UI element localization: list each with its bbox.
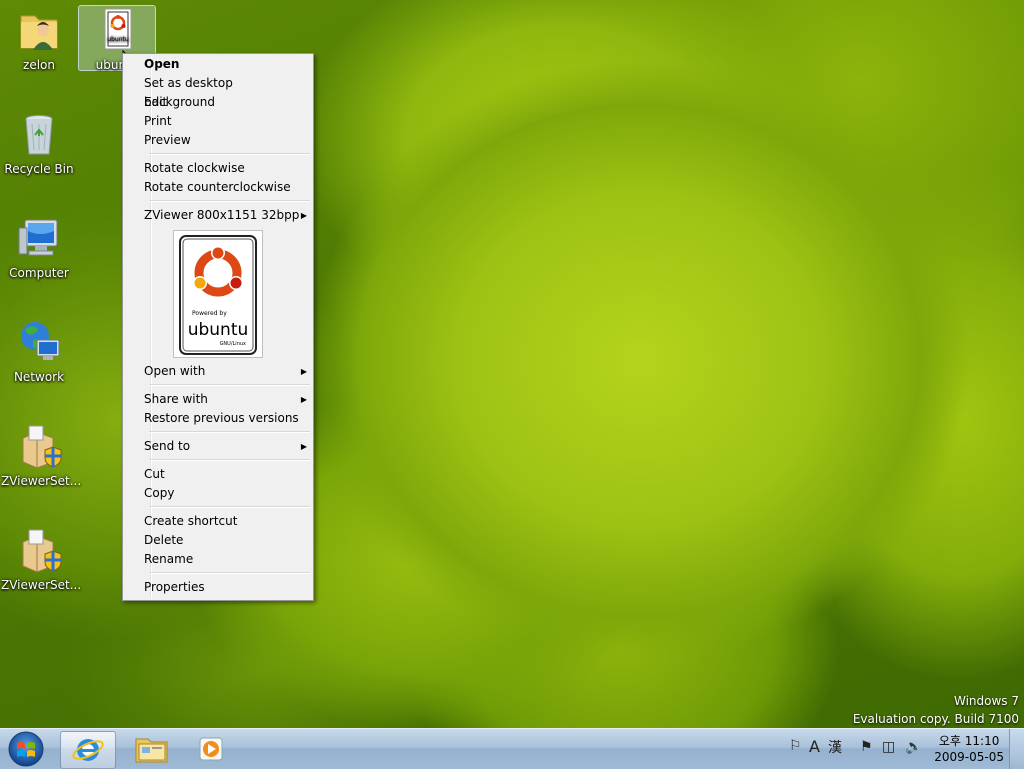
desktop-icon-zelon[interactable]: zelon xyxy=(1,6,77,72)
menu-separator xyxy=(149,431,310,433)
menu-item-share-with-label: Share with xyxy=(144,392,208,406)
menu-item-set-desktop-background[interactable]: Set as desktop background xyxy=(144,74,304,109)
menu-item-create-shortcut[interactable]: Create shortcut xyxy=(144,512,304,531)
submenu-arrow-icon: ▶ xyxy=(300,395,307,404)
taskbar: ⚐ A 漢 ⚑ ◫ 🔈 오후 11:10 2009-05-05 xyxy=(0,728,1024,769)
desktop-icon-label: ZViewerSet... xyxy=(1,474,82,488)
menu-separator xyxy=(149,200,310,202)
menu-item-send-to[interactable]: Send to ▶ xyxy=(144,437,307,456)
desktop-icon-network[interactable]: Network xyxy=(1,318,77,384)
ime-hanja-indicator[interactable]: 漢 xyxy=(828,737,842,757)
taskbar-explorer-button[interactable] xyxy=(124,731,178,767)
show-desktop-button[interactable] xyxy=(1009,729,1024,769)
menu-item-cut[interactable]: Cut xyxy=(144,465,304,484)
windows-orb-icon xyxy=(8,731,44,767)
desktop-icon-label: Computer xyxy=(9,266,69,280)
svg-text:ubuntu: ubuntu xyxy=(107,36,129,43)
folder-libraries-icon xyxy=(135,738,168,763)
menu-item-rotate-counterclockwise[interactable]: Rotate counterclockwise xyxy=(144,178,304,197)
start-button[interactable] xyxy=(6,730,46,768)
desktop-icon-recycle-bin[interactable]: Recycle Bin xyxy=(1,110,77,176)
desktop-icon-label: ZViewerSet... xyxy=(1,578,82,592)
menu-item-zviewer[interactable]: ZViewer 800x1151 32bpp ▶ xyxy=(144,206,307,225)
clock-date: 2009-05-05 xyxy=(934,750,1004,764)
volume-icon[interactable]: 🔈 xyxy=(905,739,922,755)
menu-item-restore-previous-versions[interactable]: Restore previous versions xyxy=(144,409,304,428)
taskbar-internet-explorer-button[interactable] xyxy=(60,731,116,769)
submenu-arrow-icon: ▶ xyxy=(300,442,307,451)
submenu-arrow-icon: ▶ xyxy=(300,211,307,220)
submenu-arrow-icon: ▶ xyxy=(300,367,307,376)
context-menu: Open Set as desktop background Edit Prin… xyxy=(122,53,314,601)
preview-caption: Powered by xyxy=(192,310,227,317)
watermark-line-1: Windows 7 xyxy=(953,694,1019,708)
menu-item-open-with[interactable]: Open with ▶ xyxy=(144,362,307,381)
menu-item-rename[interactable]: Rename xyxy=(144,550,304,569)
installer-box-icon xyxy=(15,526,63,574)
installer-box-icon xyxy=(15,422,63,470)
menu-item-open-with-label: Open with xyxy=(144,364,206,378)
image-preview-thumbnail: Powered by ubuntu GNU/Linux xyxy=(173,230,263,358)
desktop-icon-zviewer-setup-1[interactable]: ZViewerSet... xyxy=(1,422,82,488)
desktop-icon-label: Recycle Bin xyxy=(4,162,74,176)
taskbar-media-player-button[interactable] xyxy=(184,731,238,767)
image-file-icon: ubuntu xyxy=(93,6,141,54)
menu-item-copy[interactable]: Copy xyxy=(144,484,304,503)
menu-item-rotate-clockwise[interactable]: Rotate clockwise xyxy=(144,159,304,178)
desktop-icon-zviewer-setup-2[interactable]: ZViewerSet... xyxy=(1,526,82,592)
menu-item-properties[interactable]: Properties xyxy=(144,578,304,597)
menu-item-delete[interactable]: Delete xyxy=(144,531,304,550)
action-center-flag-icon[interactable]: ⚑ xyxy=(860,739,873,755)
computer-icon xyxy=(15,214,63,262)
menu-item-edit[interactable]: Edit xyxy=(144,93,304,112)
preview-brand: ubuntu xyxy=(188,320,249,340)
watermark-line-2: Evaluation copy. Build 7100 xyxy=(852,712,1019,726)
desktop[interactable]: zelon ubuntu ubuntu Recycle Bin Computer… xyxy=(0,0,1024,728)
taskbar-clock[interactable]: 오후 11:10 2009-05-05 xyxy=(934,733,1004,765)
recycle-bin-icon xyxy=(15,110,63,158)
menu-separator xyxy=(149,153,310,155)
ime-mode-indicator[interactable]: A xyxy=(809,737,820,756)
internet-explorer-icon xyxy=(72,739,104,761)
media-player-icon xyxy=(199,737,223,761)
language-bar-icon[interactable]: ⚐ xyxy=(789,738,802,754)
desktop-icon-label: Network xyxy=(13,370,65,384)
user-folder-icon xyxy=(15,6,63,54)
menu-item-share-with[interactable]: Share with ▶ xyxy=(144,390,307,409)
menu-item-zviewer-label: ZViewer 800x1151 32bpp xyxy=(144,208,300,222)
desktop-icon-label: zelon xyxy=(23,58,55,72)
menu-separator xyxy=(149,384,310,386)
menu-item-print[interactable]: Print xyxy=(144,112,304,131)
desktop-icon-computer[interactable]: Computer xyxy=(1,214,77,280)
menu-item-send-to-label: Send to xyxy=(144,439,191,453)
menu-item-preview[interactable]: Preview xyxy=(144,131,304,150)
menu-separator xyxy=(149,506,310,508)
windows-evaluation-watermark: Windows 7 Evaluation copy. Build 7100 xyxy=(853,692,1019,728)
ubuntu-logo-icon: Powered by ubuntu GNU/Linux xyxy=(179,235,257,355)
network-globe-icon xyxy=(15,318,63,366)
preview-subtitle: GNU/Linux xyxy=(220,341,246,347)
clock-time: 오후 11:10 xyxy=(938,734,1000,748)
menu-separator xyxy=(149,459,310,461)
menu-item-open[interactable]: Open xyxy=(144,55,304,74)
menu-separator xyxy=(149,572,310,574)
network-status-icon[interactable]: ◫ xyxy=(882,739,895,755)
